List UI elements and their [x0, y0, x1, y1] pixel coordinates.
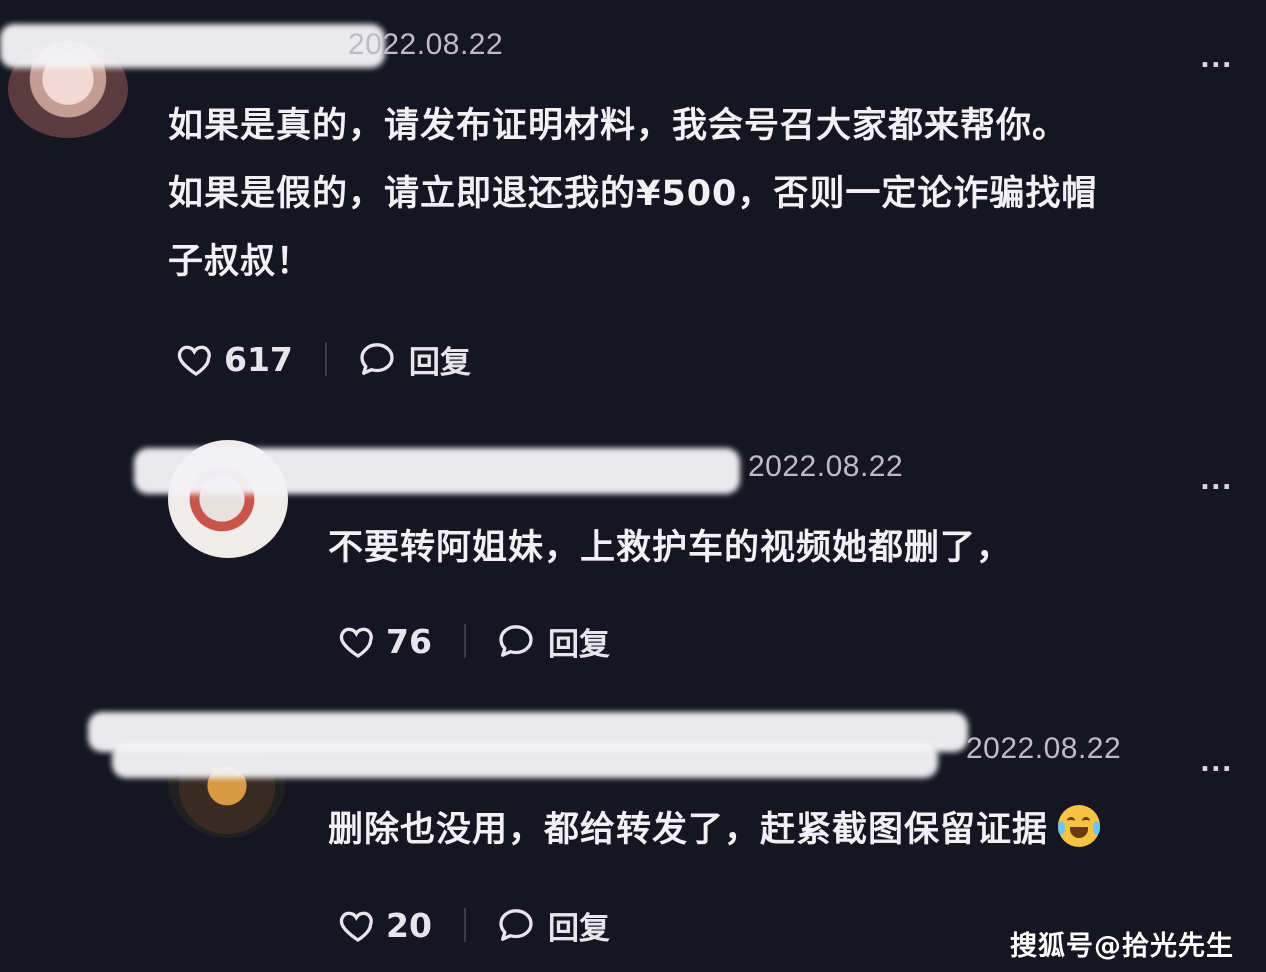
like-count: 76 [386, 621, 432, 661]
comment-actions: 76 回复 [338, 616, 610, 666]
redacted-username [112, 742, 938, 778]
comment-text: 删除也没用，都给转发了，赶紧截图保留证据 [328, 796, 1248, 864]
comment-date: 2022.08.22 [748, 450, 904, 483]
comment-text-line: 不要转阿姐妹，上救护车的视频她都删了， [328, 528, 1013, 568]
comment-text-line: 子叔叔！ [168, 242, 313, 282]
comment-actions: 617 回复 [176, 334, 471, 384]
more-options-icon[interactable]: ... [1200, 44, 1233, 74]
redacted-username [0, 24, 385, 68]
comment-text-line: 如果是假的，请立即退还我的¥500，否则一定论诈骗找帽 [168, 174, 1098, 214]
speech-bubble-icon[interactable] [496, 905, 536, 945]
comment-text-line: 如果是真的，请发布证明材料，我会号召大家都来帮你。 [168, 106, 1069, 146]
divider [463, 908, 466, 942]
comment-text-content: 删除也没用，都给转发了，赶紧截图保留证据 [328, 810, 1049, 850]
watermark: 搜狐号@拾光先生 [1010, 931, 1234, 962]
reply-button[interactable]: 回复 [548, 903, 610, 948]
heart-outline-icon[interactable] [338, 905, 378, 945]
crying-laughing-emoji-icon [1058, 805, 1101, 847]
more-options-icon[interactable]: ... [1200, 748, 1233, 778]
comment-date: 2022.08.22 [966, 732, 1122, 765]
comment-text: 如果是真的，请发布证明材料，我会号召大家都来帮你。 如果是假的，请立即退还我的¥… [168, 92, 1248, 296]
comment-text: 不要转阿姐妹，上救护车的视频她都删了， [328, 514, 1228, 582]
divider [463, 624, 466, 658]
heart-outline-icon[interactable] [176, 339, 216, 379]
like-count: 617 [224, 339, 293, 379]
more-options-icon[interactable]: ... [1200, 466, 1233, 496]
divider [324, 342, 327, 376]
comment-actions: 20 回复 [338, 900, 610, 950]
reply-button[interactable]: 回复 [548, 619, 610, 664]
speech-bubble-icon[interactable] [496, 621, 536, 661]
speech-bubble-icon[interactable] [357, 339, 397, 379]
reply-button[interactable]: 回复 [409, 337, 471, 382]
like-count: 20 [386, 905, 432, 945]
comment-date: 2022.08.22 [348, 28, 504, 61]
heart-outline-icon[interactable] [338, 621, 378, 661]
comment-text-line: 删除也没用，都给转发了，赶紧截图保留证据 [328, 796, 1248, 864]
redacted-username [134, 448, 740, 494]
